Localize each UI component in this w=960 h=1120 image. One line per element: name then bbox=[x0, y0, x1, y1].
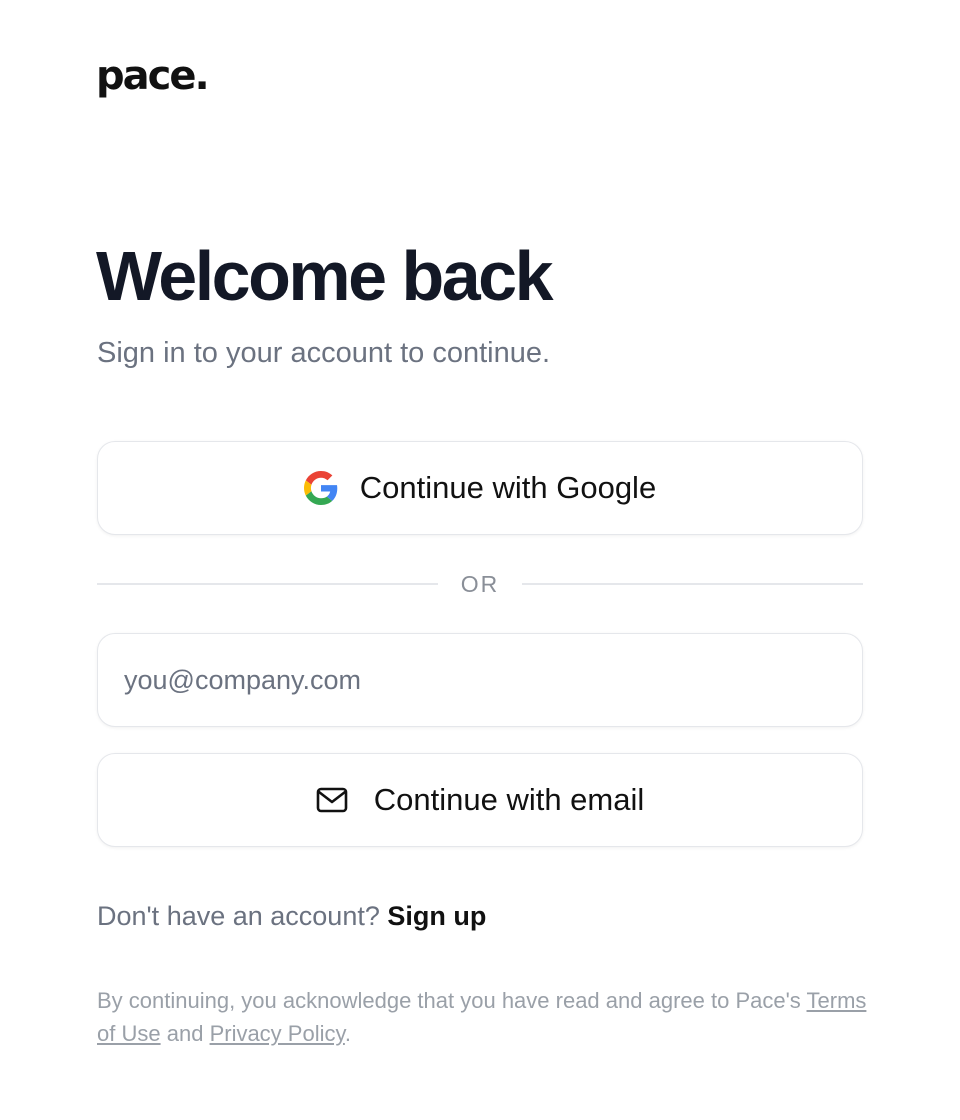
brand-logo: pace. bbox=[96, 52, 210, 100]
sign-in-page: pace. Welcome back Sign in to your accou… bbox=[0, 0, 960, 1120]
or-divider: OR bbox=[97, 564, 863, 604]
continue-with-google-button[interactable]: Continue with Google bbox=[97, 441, 863, 535]
legal-prefix: By continuing, you acknowledge that you … bbox=[97, 988, 801, 1013]
legal-conjunction: and bbox=[166, 1021, 204, 1046]
privacy-policy-link[interactable]: Privacy Policy bbox=[210, 1021, 345, 1046]
legal-suffix: . bbox=[344, 1021, 351, 1046]
email-input[interactable] bbox=[97, 633, 863, 727]
brand-dot: . bbox=[194, 53, 209, 99]
google-button-label: Continue with Google bbox=[359, 470, 657, 505]
signup-link[interactable]: Sign up bbox=[387, 901, 486, 931]
divider-line-right bbox=[522, 583, 863, 585]
google-logo-icon bbox=[303, 471, 338, 505]
page-subtitle: Sign in to your account to continue. bbox=[97, 337, 551, 369]
signup-prompt: Don't have an account? bbox=[97, 901, 380, 931]
divider-line-left bbox=[97, 583, 438, 585]
brand-name: pace bbox=[96, 53, 196, 99]
envelope-icon bbox=[316, 787, 348, 813]
signup-row: Don't have an account? Sign up bbox=[97, 898, 486, 934]
divider-label: OR bbox=[460, 570, 500, 597]
email-button-label: Continue with email bbox=[373, 782, 645, 817]
continue-with-email-button[interactable]: Continue with email bbox=[97, 753, 863, 847]
legal-notice: By continuing, you acknowledge that you … bbox=[97, 984, 877, 1050]
page-title: Welcome back bbox=[96, 237, 554, 315]
